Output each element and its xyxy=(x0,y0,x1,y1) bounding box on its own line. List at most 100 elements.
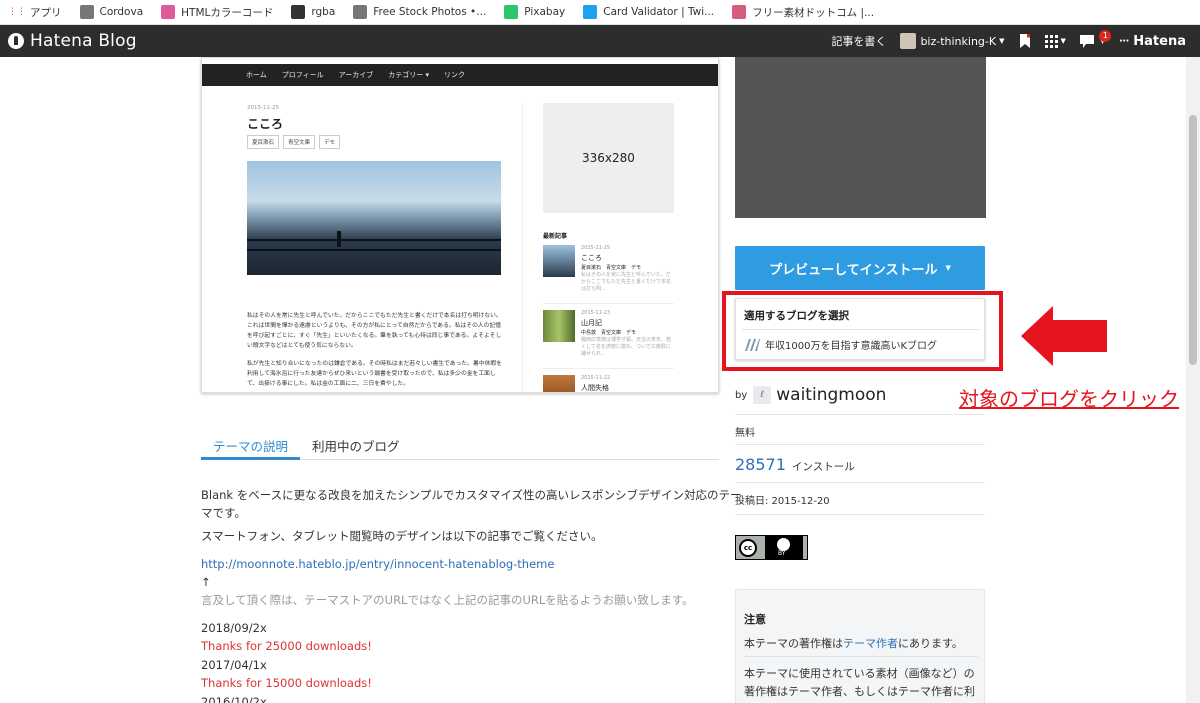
preview-nav-item: プロフィール xyxy=(281,71,324,79)
cc-icon: cc xyxy=(739,538,757,557)
preview-nav-item: カテゴリー ▾ xyxy=(388,71,430,79)
chevron-down-icon: ▼ xyxy=(945,264,951,272)
preview-recent-date: 2015-11-25 xyxy=(581,245,611,251)
bookmarks-bar: ⋮⋮ アプリ Cordova HTMLカラーコード rgba Free Stock Pho… xyxy=(0,0,1200,25)
chevron-down-icon: ▼ xyxy=(999,37,1005,45)
preview-recent-title: 最新記事 xyxy=(543,233,568,240)
theme-preview: ホーム プロフィール アーカイブ カテゴリー ▾ リンク 2015-11-25 こころ … xyxy=(201,57,719,393)
bookmark-label: Card Validator | Twi... xyxy=(603,6,715,18)
bookmark-item[interactable]: Free Stock Photos •... xyxy=(353,5,486,19)
preview-thumbnail xyxy=(543,310,575,342)
pixabay-icon xyxy=(504,5,519,19)
theme-article-link[interactable]: http://moonnote.hateblo.jp/entry/innocen… xyxy=(201,555,554,573)
author-name[interactable]: waitingmoon xyxy=(776,385,886,405)
annotation-arrow-icon xyxy=(1021,306,1107,366)
hatena-blog-logo[interactable]: Hatena Blog xyxy=(8,31,137,51)
user-menu[interactable]: biz-thinking-K ▼ xyxy=(900,33,1005,49)
annotation-highlight-box xyxy=(722,291,1003,371)
speech-bubble-icon xyxy=(1079,34,1094,48)
theme-price: 無料 xyxy=(735,428,755,439)
notice-title: 注意 xyxy=(744,613,766,626)
tab-theme-description[interactable]: テーマの説明 xyxy=(201,432,301,460)
hatena-menu[interactable]: ⋯ Hatena xyxy=(1119,34,1186,49)
changelog-text: Thanks for 15000 downloads! xyxy=(201,676,372,690)
preview-nav: ホーム プロフィール アーカイブ カテゴリー ▾ リンク xyxy=(202,64,718,86)
preview-tags: 夏目漱石 青空文庫 デモ xyxy=(247,135,344,149)
preview-recent-entry: 2015-11-22 人間失格 xyxy=(543,375,674,392)
preview-recent-title: 山月記 xyxy=(581,319,602,327)
bookmark-button[interactable] xyxy=(1019,34,1031,48)
author-avatar: ℓ xyxy=(753,386,772,404)
description-note: 言及して頂く際は、テーマストアのURLではなく上記の記事のURLを貼るようお願い… xyxy=(201,593,694,607)
preview-paragraph: 私はその人を常に先生と呼んでいた。だからここでもただ先生と書くだけで本名は打ち明… xyxy=(247,313,502,349)
theme-screenshot-area xyxy=(735,57,986,218)
header-right: 記事を書く biz-thinking-K ▼ ▼ 1 ▼ ⋯ Hatena xyxy=(831,25,1200,57)
tab-blogs-using[interactable]: 利用中のブログ xyxy=(300,432,412,459)
bookmark-item[interactable]: Cordova xyxy=(79,5,144,19)
theme-author-link[interactable]: テーマ作者 xyxy=(843,637,898,650)
preview-paragraph: 私が先生と知り合いになったのは鎌倉である。その時私はまだ若々しい書生であった。暑… xyxy=(247,361,502,387)
preview-photo xyxy=(247,161,501,275)
scrollbar-thumb[interactable] xyxy=(1189,115,1197,365)
preview-recent-entry: 2015-11-25 こころ 夏目漱石 青空文庫 デモ 私はその人を常に先生と呼んでい… xyxy=(543,245,674,305)
bookmark-label: rgba xyxy=(311,6,336,18)
notice-line: 著作権はテーマ作者、もしくはテーマ作者に利 xyxy=(744,685,975,698)
preview-recent-excerpt: 隴西の李徴は博学才穎、天宝の末年、若くして名を虎榜に連ね、ついで江南尉に補せられ… xyxy=(581,337,672,357)
apps-grid-icon: ⋮⋮ xyxy=(8,7,26,17)
bookmark-label: フリー素材ドットコム |... xyxy=(752,6,875,19)
hatena-header: Hatena Blog 記事を書く biz-thinking-K ▼ ▼ 1 ▼… xyxy=(0,25,1200,57)
bookmark-item[interactable]: HTMLカラーコード xyxy=(161,5,273,20)
by-label: by xyxy=(735,389,748,401)
install-count: 28571 インストール xyxy=(735,455,855,474)
globe-icon xyxy=(79,5,94,19)
bookmark-item[interactable]: Card Validator | Twi... xyxy=(583,5,714,19)
bookmark-item[interactable]: フリー素材ドットコム |... xyxy=(732,5,874,20)
preview-ad-slot: 336x280 xyxy=(543,103,674,213)
install-count-unit: インストール xyxy=(791,461,855,473)
preview-thumbnail xyxy=(543,375,575,392)
preview-tag: 青空文庫 xyxy=(283,135,316,149)
write-post-link[interactable]: 記事を書く xyxy=(831,33,886,49)
preview-tag: 夏目漱石 xyxy=(247,135,280,149)
preview-recent-date: 2015-11-22 xyxy=(581,375,611,381)
changelog-date: 2017/04/1x xyxy=(201,658,267,672)
preview-recent-title: 人間失格 xyxy=(581,384,609,392)
install-count-number: 28571 xyxy=(735,455,786,474)
bookmark-item[interactable]: ⋮⋮ アプリ xyxy=(8,5,62,20)
apps-grid-icon xyxy=(1044,34,1058,48)
preview-nav-item: アーカイブ xyxy=(338,71,374,79)
bookmark-label: Cordova xyxy=(99,6,144,18)
divider xyxy=(735,482,985,483)
preview-install-button[interactable]: プレビューしてインストール ▼ xyxy=(735,246,985,290)
page-scrollbar[interactable] xyxy=(1186,57,1200,703)
preview-recent-excerpt: 私はその人を常に先生と呼んでいた。だからここでもただ先生と書くだけで本名は打ち明… xyxy=(581,272,672,292)
notifications-button[interactable]: 1 ▼ xyxy=(1079,29,1112,48)
hatena-dots-icon: ⋯ xyxy=(1119,35,1130,47)
bookmark-label: HTMLカラーコード xyxy=(181,6,274,19)
description-arrow: ↑ xyxy=(201,575,211,589)
bookmark-label: Free Stock Photos •... xyxy=(373,6,487,18)
photo-rail xyxy=(247,249,501,251)
apps-menu-button[interactable]: ▼ xyxy=(1044,34,1066,48)
preview-divider xyxy=(522,103,523,392)
page-icon xyxy=(732,5,747,19)
preview-body: 私はその人を常に先生と呼んでいた。だからここでもただ先生と書くだけで本名は打ち明… xyxy=(247,311,503,392)
hatena-logo-icon xyxy=(8,33,24,49)
theme-tabs: テーマの説明 利用中のブログ xyxy=(201,432,719,460)
chevron-down-icon: ▼ xyxy=(1060,37,1066,45)
divider xyxy=(735,414,985,415)
notice-box: 注意 本テーマの著作権はテーマ作者にあります。 本テーマに使用されている素材（画… xyxy=(735,589,985,703)
changelog-date: 2018/09/2x xyxy=(201,621,267,635)
bookmark-item[interactable]: rgba xyxy=(291,5,335,19)
preview-thumbnail xyxy=(543,245,575,277)
preview-recent-title: こころ xyxy=(581,254,602,262)
bookmark-item[interactable]: Pixabay xyxy=(504,5,565,19)
globe-icon xyxy=(353,5,368,19)
cc-license-badge[interactable]: cc BY xyxy=(735,535,808,560)
hatena-label: Hatena xyxy=(1133,33,1186,49)
photo-figure xyxy=(337,231,341,247)
preview-nav-item: リンク xyxy=(444,71,466,79)
notification-badge: 1 xyxy=(1099,29,1112,42)
annotation-text: 対象のブログをクリック xyxy=(959,387,1179,411)
bookmark-label: アプリ xyxy=(30,6,62,19)
